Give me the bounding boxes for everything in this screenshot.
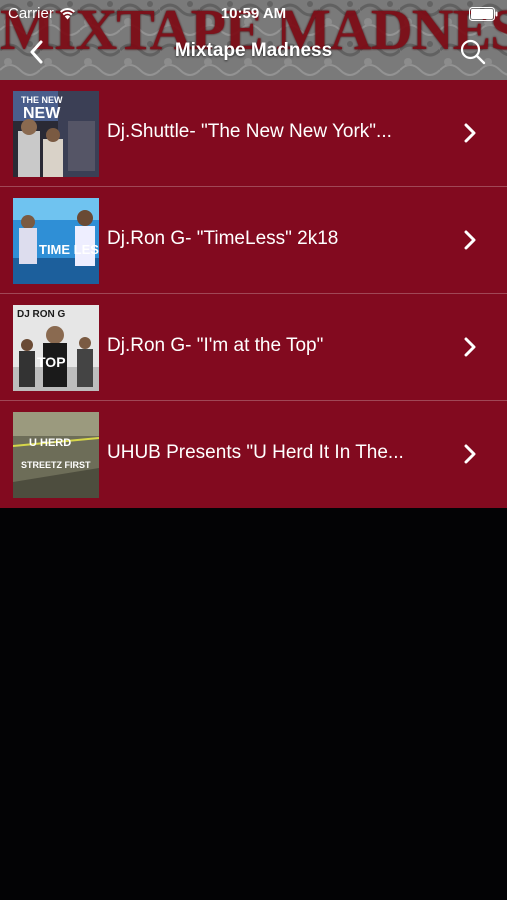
navigation-bar: Mixtape Madness xyxy=(0,28,507,76)
battery-icon xyxy=(469,7,498,21)
list-item[interactable]: DJ RON G TOP Dj.Ron G- "I'm at the Top" xyxy=(0,294,507,401)
back-button[interactable] xyxy=(20,36,52,68)
cover-text-main: NEW xyxy=(23,105,61,122)
chevron-right-icon xyxy=(464,337,476,357)
cover-text-main: TIME LESS xyxy=(39,242,99,257)
header-banner: MIXTAPE MADNESS Carrier 10:59 AM Mixtape… xyxy=(0,0,507,80)
chevron-right-icon xyxy=(464,123,476,143)
list-item[interactable]: TIME LESS Dj.Ron G- "TimeLess" 2k18 xyxy=(0,187,507,294)
list-item[interactable]: THE NEW NEW Dj.Shuttle- "The New New Yor… xyxy=(0,80,507,187)
chevron-right-icon xyxy=(464,230,476,250)
mixtape-cover-thumbnail: DJ RON G TOP xyxy=(13,305,99,391)
chevron-left-icon xyxy=(30,40,43,64)
mixtape-cover-thumbnail: THE NEW NEW xyxy=(13,91,99,177)
mixtape-title: Dj.Shuttle- "The New New York"... xyxy=(107,121,392,142)
cover-text-top: DJ RON G xyxy=(17,309,66,320)
status-bar: Carrier 10:59 AM xyxy=(0,0,507,28)
chevron-right-icon xyxy=(464,444,476,464)
mixtape-cover-thumbnail: U HERD STREETZ FIRST xyxy=(13,412,99,498)
empty-content-area xyxy=(0,509,507,900)
cover-text-main: TOP xyxy=(37,354,66,370)
page-title: Mixtape Madness xyxy=(174,40,333,61)
status-time: 10:59 AM xyxy=(220,5,287,22)
search-icon xyxy=(460,39,486,65)
search-button[interactable] xyxy=(457,36,489,68)
mixtape-cover-thumbnail: TIME LESS xyxy=(13,198,99,284)
mixtape-list: THE NEW NEW Dj.Shuttle- "The New New Yor… xyxy=(0,80,507,508)
mixtape-title: UHUB Presents "U Herd It In The... xyxy=(107,442,404,463)
cover-text-top: THE NEW xyxy=(21,95,63,105)
list-item[interactable]: U HERD STREETZ FIRST UHUB Presents "U He… xyxy=(0,401,507,508)
cover-text-main: STREETZ FIRST xyxy=(21,460,91,470)
mixtape-title: Dj.Ron G- "TimeLess" 2k18 xyxy=(107,228,339,249)
mixtape-title: Dj.Ron G- "I'm at the Top" xyxy=(107,335,324,356)
cover-text-top: U HERD xyxy=(29,437,71,449)
